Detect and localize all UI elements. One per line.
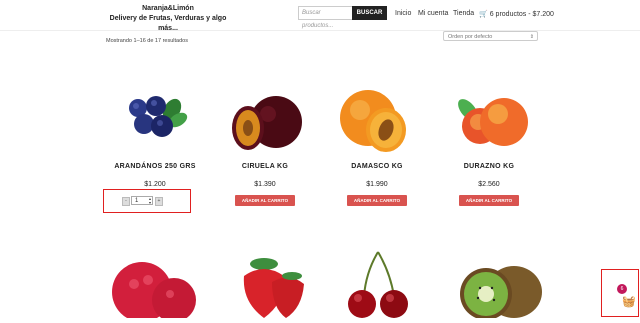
product-price: $1.990	[366, 181, 388, 188]
header-cart-link[interactable]: 🛒 6 productos - $7.200	[479, 10, 554, 18]
product-image-blueberries[interactable]	[100, 88, 210, 168]
site-brand[interactable]: Naranja&Limón Delivery de Frutas, Verdur…	[100, 4, 236, 34]
product-image-peach[interactable]	[434, 88, 544, 168]
spinner-icon: ▴ ▾	[148, 196, 151, 205]
product-card: DAMASCO KG $1.990 AÑADIR AL CARRITO	[322, 88, 432, 206]
product-title[interactable]: DAMASCO KG	[322, 163, 432, 170]
product-image-raspberry[interactable]	[104, 250, 204, 322]
chevron-updown-icon: ⇕	[529, 34, 534, 40]
product-image-kiwi[interactable]	[446, 258, 546, 320]
product-price: $1.200	[144, 181, 166, 188]
product-price: $1.390	[254, 181, 276, 188]
add-to-cart-button[interactable]: AÑADIR AL CARRITO	[235, 195, 295, 206]
nav-mi-cuenta[interactable]: Mi cuenta	[418, 10, 448, 17]
product-card: CIRUELA KG $1.390 AÑADIR AL CARRITO	[210, 88, 320, 206]
quantity-decrease-button[interactable]: -	[122, 197, 130, 206]
product-image-cherries[interactable]	[330, 248, 430, 318]
product-image-apricot[interactable]	[322, 88, 432, 168]
orderby-select[interactable]: Orden por defecto ⇕	[443, 31, 538, 41]
add-to-cart-button[interactable]: AÑADIR AL CARRITO	[347, 195, 407, 206]
floating-cart-button[interactable]: 6 🧺	[601, 269, 639, 317]
nav-inicio[interactable]: Inicio	[395, 10, 411, 17]
basket-icon: 🧺	[622, 296, 636, 308]
brand-name: Naranja&Limón	[142, 5, 194, 12]
results-count: Mostrando 1–16 de 17 resultados	[106, 38, 188, 44]
add-to-cart-button[interactable]: AÑADIR AL CARRITO	[459, 195, 519, 206]
product-image-strawberry[interactable]	[214, 252, 314, 318]
product-title[interactable]: CIRUELA KG	[210, 163, 320, 170]
product-title[interactable]: ARANDÁNOS 250 GRS	[100, 163, 210, 170]
nav-tienda[interactable]: Tienda	[453, 10, 474, 17]
search-input[interactable]: Buscar productos...	[298, 6, 352, 29]
quantity-increase-button[interactable]: +	[155, 197, 163, 206]
site-header: Naranja&Limón Delivery de Frutas, Verdur…	[0, 0, 640, 34]
product-image-plum[interactable]	[210, 88, 320, 168]
product-card: ARANDÁNOS 250 GRS $1.200 - 1 ▴ ▾ +	[100, 88, 210, 213]
orderby-value: Orden por defecto	[448, 34, 493, 40]
quantity-input[interactable]: 1 ▴ ▾	[131, 196, 153, 205]
brand-tagline: Delivery de Frutas, Verduras y algo más.…	[109, 15, 227, 32]
product-card: DURAZNO KG $2.560 AÑADIR AL CARRITO	[434, 88, 544, 206]
quantity-stepper: - 1 ▴ ▾ +	[103, 189, 191, 213]
product-price: $2.560	[478, 181, 500, 188]
product-title[interactable]: DURAZNO KG	[434, 163, 544, 170]
cart-summary: 6 productos - $7.200	[489, 11, 554, 18]
quantity-value: 1	[135, 198, 139, 204]
cart-count-badge: 6	[617, 284, 627, 294]
search-button[interactable]: BUSCAR	[352, 6, 387, 20]
cart-icon: 🛒	[479, 11, 488, 18]
